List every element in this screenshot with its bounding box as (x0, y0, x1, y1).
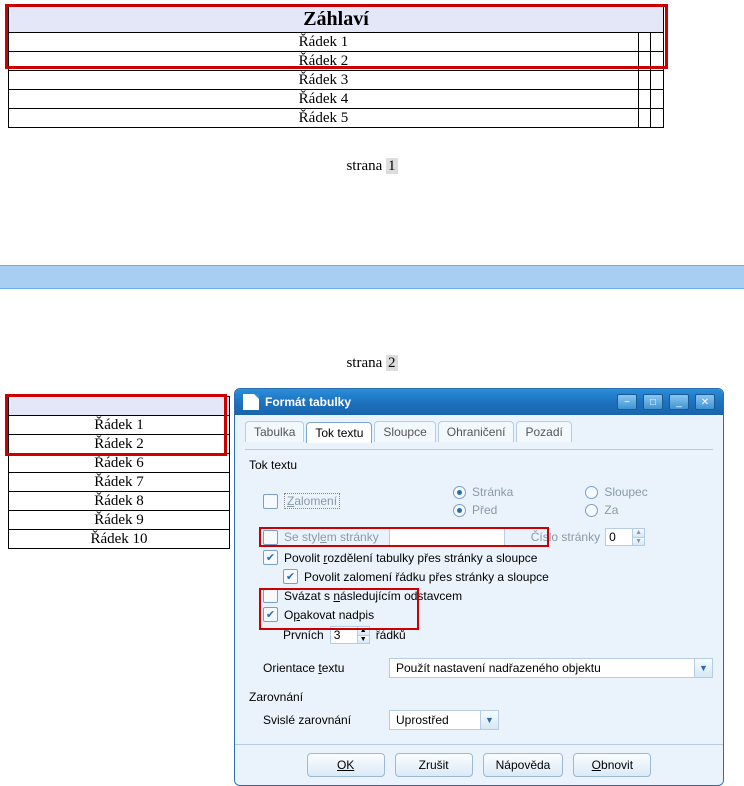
window-max-button[interactable]: □ (643, 394, 663, 410)
table-row: Řádek 3 (9, 71, 664, 90)
dialog-titlebar[interactable]: Formát tabulky − □ _ ✕ (235, 389, 723, 415)
text-orientation-combo[interactable]: Použít nastavení nadřazeného objektu ▼ (389, 658, 713, 678)
document-icon (243, 394, 259, 410)
table-row: Řádek 9 (9, 511, 230, 530)
label-allow-row-break: Povolit zalomení řádku přes stránky a sl… (304, 570, 549, 584)
window-close-button[interactable]: ✕ (695, 394, 715, 410)
radio-before[interactable] (453, 504, 466, 517)
tab-sloupce[interactable]: Sloupce (374, 421, 435, 442)
page-style-field[interactable] (389, 528, 505, 546)
ok-button[interactable]: OK (307, 753, 385, 777)
table-row: Řádek 7 (9, 473, 230, 492)
page-number-spinner[interactable]: ▲▼ (605, 528, 645, 546)
dialog-tabs: Tabulka Tok textu Sloupce Ohraničení Poz… (245, 421, 713, 442)
table-row: Řádek 1 (9, 33, 664, 52)
table-row: Řádek 2 (9, 52, 664, 71)
table-header-empty (9, 397, 230, 416)
table-cell: Řádek 3 (9, 71, 639, 90)
table-cell: Řádek 6 (9, 454, 230, 473)
first-rows-spinner[interactable]: ▲▼ (330, 626, 370, 644)
label-column: Sloupec (604, 485, 647, 499)
table-cell: Řádek 4 (9, 90, 639, 109)
page-number-input[interactable] (606, 529, 632, 545)
dropdown-icon: ▼ (480, 711, 498, 729)
checkbox-repeat-heading[interactable]: ✔ (263, 607, 278, 622)
table-cell: Řádek 2 (9, 52, 639, 71)
checkbox-page-style[interactable] (263, 530, 278, 545)
section-tok-textu: Tok textu (249, 458, 713, 472)
label-text-orientation: Orientace textu (263, 661, 383, 675)
label-first: Prvních (283, 628, 324, 642)
label-page-style: Se stylem stránky (284, 530, 379, 544)
tab-tok-textu[interactable]: Tok textu (306, 422, 372, 443)
radio-column[interactable] (585, 486, 598, 499)
vertical-align-combo[interactable]: Uprostřed ▼ (389, 710, 499, 730)
checkbox-allow-split[interactable]: ✔ (263, 550, 278, 565)
label-vertical-align: Svislé zarovnání (263, 713, 383, 727)
table-row: Řádek 2 (9, 435, 230, 454)
spin-down-icon[interactable]: ▼ (357, 636, 369, 644)
doc-table-2: Řádek 1 Řádek 2 Řádek 6 Řádek 7 Řádek 8 … (8, 396, 230, 549)
window-min-button[interactable]: _ (669, 394, 689, 410)
spin-up-icon[interactable]: ▲ (357, 627, 369, 636)
page-break (0, 265, 744, 289)
section-alignment: Zarovnání (249, 690, 713, 704)
table-cell: Řádek 10 (9, 530, 230, 549)
table-cell: Řádek 1 (9, 416, 230, 435)
dialog-body: Tabulka Tok textu Sloupce Ohraničení Poz… (235, 415, 723, 744)
dropdown-icon: ▼ (694, 659, 712, 677)
reset-button[interactable]: Obnovit (573, 753, 651, 777)
label-page: Stránka (472, 485, 513, 499)
table-cell: Řádek 5 (9, 109, 639, 128)
table-cell: Řádek 7 (9, 473, 230, 492)
document-page-1: Záhlaví Řádek 1 Řádek 2 Řádek 3 Řádek 4 … (0, 0, 744, 175)
spin-down-icon[interactable]: ▼ (632, 538, 644, 546)
table-header-cell: Záhlaví (9, 7, 664, 33)
checkbox-keep-next[interactable] (263, 588, 278, 603)
radio-after[interactable] (585, 504, 598, 517)
label-repeat-heading: Opakovat nadpis (284, 608, 374, 622)
label-rows: řádků (376, 628, 406, 642)
radio-page[interactable] (453, 486, 466, 499)
table-format-dialog: Formát tabulky − □ _ ✕ Tabulka Tok textu… (234, 388, 724, 786)
doc-table-1: Záhlaví Řádek 1 Řádek 2 Řádek 3 Řádek 4 … (8, 6, 664, 128)
table-cell: Řádek 8 (9, 492, 230, 511)
page-footer-1: strana 1 (0, 158, 744, 175)
first-rows-input[interactable] (331, 627, 357, 643)
tab-pozadi[interactable]: Pozadí (516, 421, 571, 442)
label-before: Před (472, 503, 497, 517)
table-row: Řádek 8 (9, 492, 230, 511)
page-number: 1 (386, 158, 398, 174)
table-row: Řádek 10 (9, 530, 230, 549)
label-break: Zalomení (284, 493, 340, 509)
tab-ohraniceni[interactable]: Ohraničení (438, 421, 515, 442)
cancel-button[interactable]: Zrušit (395, 753, 473, 777)
table-cell: Řádek 9 (9, 511, 230, 530)
label-keep-next: Svázat s následujícím odstavcem (284, 589, 462, 603)
dialog-buttons: OK Zrušit Nápověda Obnovit (235, 744, 723, 785)
page-footer-2-top: strana 2 (0, 355, 744, 372)
spin-up-icon[interactable]: ▲ (632, 529, 644, 538)
label-allow-split: Povolit rozdělení tabulky přes stránky a… (284, 551, 537, 565)
table-cell: Řádek 2 (9, 435, 230, 454)
table-cell: Řádek 1 (9, 33, 639, 52)
checkbox-allow-row-break[interactable]: ✔ (283, 569, 298, 584)
table-row: Řádek 4 (9, 90, 664, 109)
label-page-number: Číslo stránky (531, 530, 600, 544)
tab-tabulka[interactable]: Tabulka (245, 421, 304, 442)
help-button[interactable]: Nápověda (483, 753, 564, 777)
page-number: 2 (386, 355, 398, 371)
table-row: Řádek 5 (9, 109, 664, 128)
table-row: Řádek 6 (9, 454, 230, 473)
label-after: Za (604, 503, 618, 517)
checkbox-break[interactable] (263, 494, 278, 509)
table-row: Řádek 1 (9, 416, 230, 435)
window-help-button[interactable]: − (617, 394, 637, 410)
dialog-title: Formát tabulky (265, 395, 611, 409)
